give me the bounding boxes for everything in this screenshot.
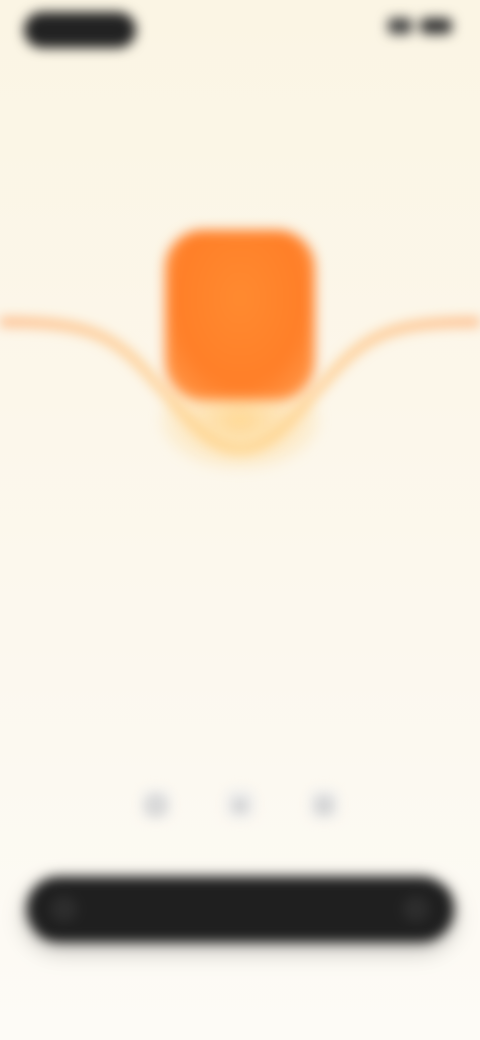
share-button-1[interactable]: ◯ [142,790,170,818]
cta-left-icon [52,897,76,921]
status-icons [388,18,452,34]
cta-right-icon [404,897,428,921]
share-button-2[interactable]: ◇ [226,790,254,818]
hero-orange-shape [165,230,315,400]
battery-icon [420,18,452,34]
share-icon-2: ◇ [233,794,247,814]
app-screen: ◯ ◇ □ [0,0,480,1040]
signal-icon [388,18,412,34]
share-button-3[interactable]: □ [310,790,338,818]
share-icon-3: □ [316,794,332,814]
dynamic-island [24,12,136,48]
share-row: ◯ ◇ □ [0,790,480,818]
share-icon-1: ◯ [147,794,165,814]
primary-cta-button[interactable] [26,876,454,942]
